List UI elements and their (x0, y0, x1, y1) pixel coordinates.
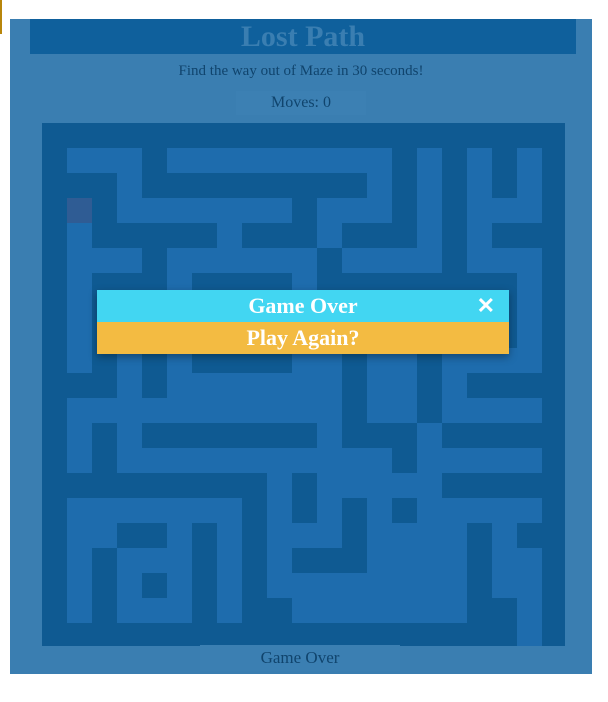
game-over-modal: Game Over ✕ Play Again? (97, 290, 509, 354)
game-title: Lost Path (30, 19, 576, 54)
corner-mark (0, 0, 2, 34)
modal-title: Game Over (248, 293, 358, 318)
close-icon[interactable]: ✕ (477, 290, 495, 322)
maze-paths (67, 148, 542, 646)
maze-board[interactable] (42, 123, 565, 646)
modal-header: Game Over ✕ (97, 290, 509, 322)
game-status-text: Game Over (200, 645, 400, 671)
play-again-button[interactable]: Play Again? (97, 322, 509, 354)
player-marker (67, 198, 92, 223)
moves-counter: Moves: 0 (236, 91, 366, 115)
instructions-text: Find the way out of Maze in 30 seconds! (178, 63, 424, 79)
maze-svg (67, 148, 542, 646)
